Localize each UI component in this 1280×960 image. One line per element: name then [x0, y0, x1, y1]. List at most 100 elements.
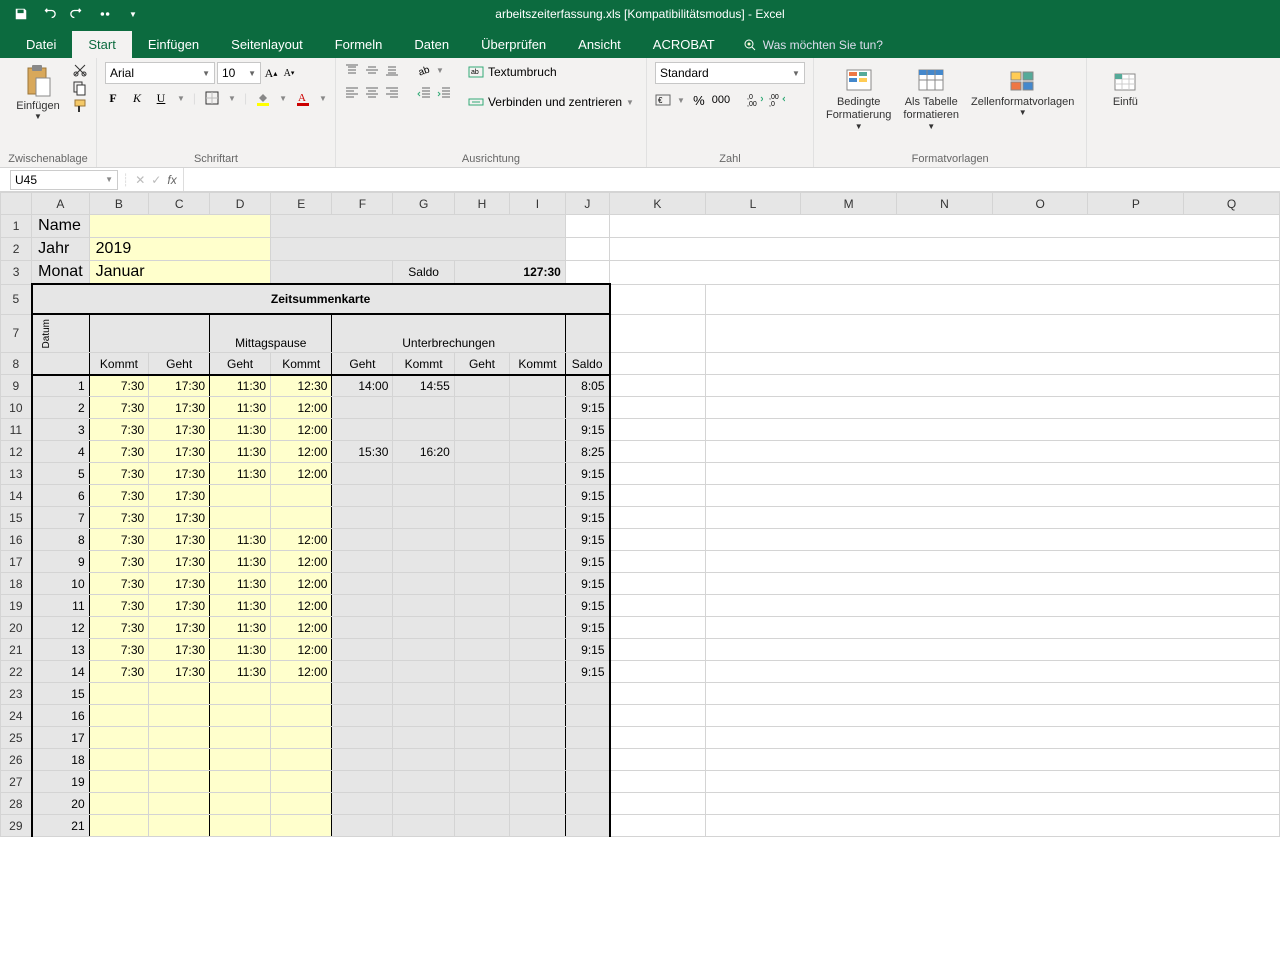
name-box[interactable]: U45▼ — [10, 170, 118, 190]
row-header[interactable]: 27 — [1, 771, 32, 793]
increase-decimal-icon[interactable]: ,0,00 — [747, 92, 763, 108]
select-all-corner[interactable] — [1, 193, 32, 215]
format-painter-icon[interactable] — [72, 98, 88, 114]
col-header[interactable]: M — [801, 193, 897, 215]
number-format-combo[interactable]: Standard▼ — [655, 62, 805, 84]
borders-icon[interactable] — [204, 90, 220, 106]
format-as-table-button[interactable]: Als Tabelle formatieren▼ — [899, 62, 963, 133]
formula-input[interactable] — [183, 168, 1280, 191]
group-label: Zwischenablage — [8, 151, 88, 165]
italic-button[interactable]: K — [129, 91, 145, 106]
decrease-indent-icon[interactable] — [416, 84, 432, 100]
tab-ansicht[interactable]: Ansicht — [562, 31, 637, 58]
align-top-icon[interactable] — [344, 62, 360, 78]
row-header[interactable]: 11 — [1, 419, 32, 441]
accounting-format-icon[interactable]: € — [655, 92, 671, 108]
orientation-icon[interactable]: ab — [416, 62, 432, 78]
percent-icon[interactable]: % — [691, 92, 707, 108]
row-header[interactable]: 13 — [1, 463, 32, 485]
row-header[interactable]: 15 — [1, 507, 32, 529]
tab-seitenlayout[interactable]: Seitenlayout — [215, 31, 319, 58]
row-header[interactable]: 12 — [1, 441, 32, 463]
increase-indent-icon[interactable] — [436, 84, 452, 100]
svg-text:ab: ab — [417, 64, 432, 78]
copy-icon[interactable] — [72, 80, 88, 96]
tab-datei[interactable]: Datei — [10, 31, 72, 58]
insert-cells-button[interactable]: Einfü — [1095, 62, 1155, 110]
row-header[interactable]: 29 — [1, 815, 32, 837]
align-center-icon[interactable] — [364, 84, 380, 100]
touch-mode-icon[interactable] — [94, 3, 116, 25]
tab-einfügen[interactable]: Einfügen — [132, 31, 215, 58]
font-color-icon[interactable]: A — [295, 90, 311, 106]
row-header[interactable]: 20 — [1, 617, 32, 639]
row-header[interactable]: 16 — [1, 529, 32, 551]
row-header[interactable]: 9 — [1, 375, 32, 397]
worksheet-grid[interactable]: ABCDEFGHIJKLMNOPQ1Name2Jahr20193MonatJan… — [0, 192, 1280, 837]
col-header[interactable]: B — [89, 193, 149, 215]
row-header[interactable]: 23 — [1, 683, 32, 705]
tab-überprüfen[interactable]: Überprüfen — [465, 31, 562, 58]
row-header[interactable]: 14 — [1, 485, 32, 507]
col-header[interactable]: N — [897, 193, 993, 215]
undo-icon[interactable] — [38, 3, 60, 25]
underline-button[interactable]: U — [153, 91, 169, 106]
paste-button[interactable]: Einfügen ▼ — [8, 62, 68, 123]
row-header[interactable]: 10 — [1, 397, 32, 419]
tab-acrobat[interactable]: ACROBAT — [637, 31, 731, 58]
row-header[interactable]: 21 — [1, 639, 32, 661]
conditional-formatting-button[interactable]: Bedingte Formatierung▼ — [822, 62, 895, 133]
tab-formeln[interactable]: Formeln — [319, 31, 399, 58]
row-header[interactable]: 25 — [1, 727, 32, 749]
col-header[interactable]: L — [705, 193, 801, 215]
align-bottom-icon[interactable] — [384, 62, 400, 78]
comma-style-icon[interactable]: 000 — [713, 92, 729, 108]
cut-icon[interactable] — [72, 62, 88, 78]
merge-center-button[interactable]: Verbinden und zentrieren ▼ — [464, 92, 638, 112]
row-header[interactable]: 17 — [1, 551, 32, 573]
cancel-formula-icon[interactable]: ✕ — [135, 173, 145, 187]
col-header[interactable]: H — [454, 193, 509, 215]
decrease-font-icon[interactable]: A▾ — [281, 65, 297, 81]
col-header[interactable]: F — [332, 193, 393, 215]
col-header[interactable]: G — [393, 193, 454, 215]
fx-icon[interactable]: fx — [167, 173, 182, 187]
tab-start[interactable]: Start — [72, 31, 131, 58]
save-icon[interactable] — [10, 3, 32, 25]
col-header[interactable]: K — [610, 193, 706, 215]
group-font: Arial▼ 10▼ A▴ A▾ F K U ▼ | ▼ | ▼ A▼ Schr… — [97, 58, 336, 167]
font-size-combo[interactable]: 10▼ — [217, 62, 261, 84]
cell-styles-button[interactable]: Zellenformatvorlagen▼ — [967, 62, 1078, 119]
redo-icon[interactable] — [66, 3, 88, 25]
col-header[interactable]: C — [149, 193, 210, 215]
col-header[interactable]: A — [32, 193, 89, 215]
col-header[interactable]: J — [565, 193, 609, 215]
fill-color-icon[interactable] — [255, 90, 271, 106]
increase-font-icon[interactable]: A▴ — [263, 65, 279, 81]
align-left-icon[interactable] — [344, 84, 360, 100]
row-header[interactable]: 24 — [1, 705, 32, 727]
decrease-decimal-icon[interactable]: ,00,0 — [769, 92, 785, 108]
row-header[interactable]: 19 — [1, 595, 32, 617]
align-middle-icon[interactable] — [364, 62, 380, 78]
font-name-combo[interactable]: Arial▼ — [105, 62, 215, 84]
col-header[interactable]: E — [271, 193, 332, 215]
col-header[interactable]: O — [992, 193, 1088, 215]
col-header[interactable]: P — [1088, 193, 1184, 215]
wrap-text-button[interactable]: abTextumbruch — [464, 62, 638, 82]
row-header[interactable]: 1 — [1, 215, 32, 238]
row-header[interactable]: 22 — [1, 661, 32, 683]
group-alignment: ab▼ abTextumbruch Verbinden und zentrier… — [336, 58, 647, 167]
col-header[interactable]: I — [510, 193, 566, 215]
bold-button[interactable]: F — [105, 91, 121, 106]
align-right-icon[interactable] — [384, 84, 400, 100]
row-header[interactable]: 28 — [1, 793, 32, 815]
row-header[interactable]: 26 — [1, 749, 32, 771]
tell-me-search[interactable]: Was möchten Sie tun? — [731, 32, 895, 58]
col-header[interactable]: Q — [1184, 193, 1280, 215]
tab-daten[interactable]: Daten — [398, 31, 465, 58]
col-header[interactable]: D — [210, 193, 271, 215]
qat-dropdown-icon[interactable]: ▼ — [122, 3, 144, 25]
enter-formula-icon[interactable]: ✓ — [151, 173, 161, 187]
row-header[interactable]: 18 — [1, 573, 32, 595]
